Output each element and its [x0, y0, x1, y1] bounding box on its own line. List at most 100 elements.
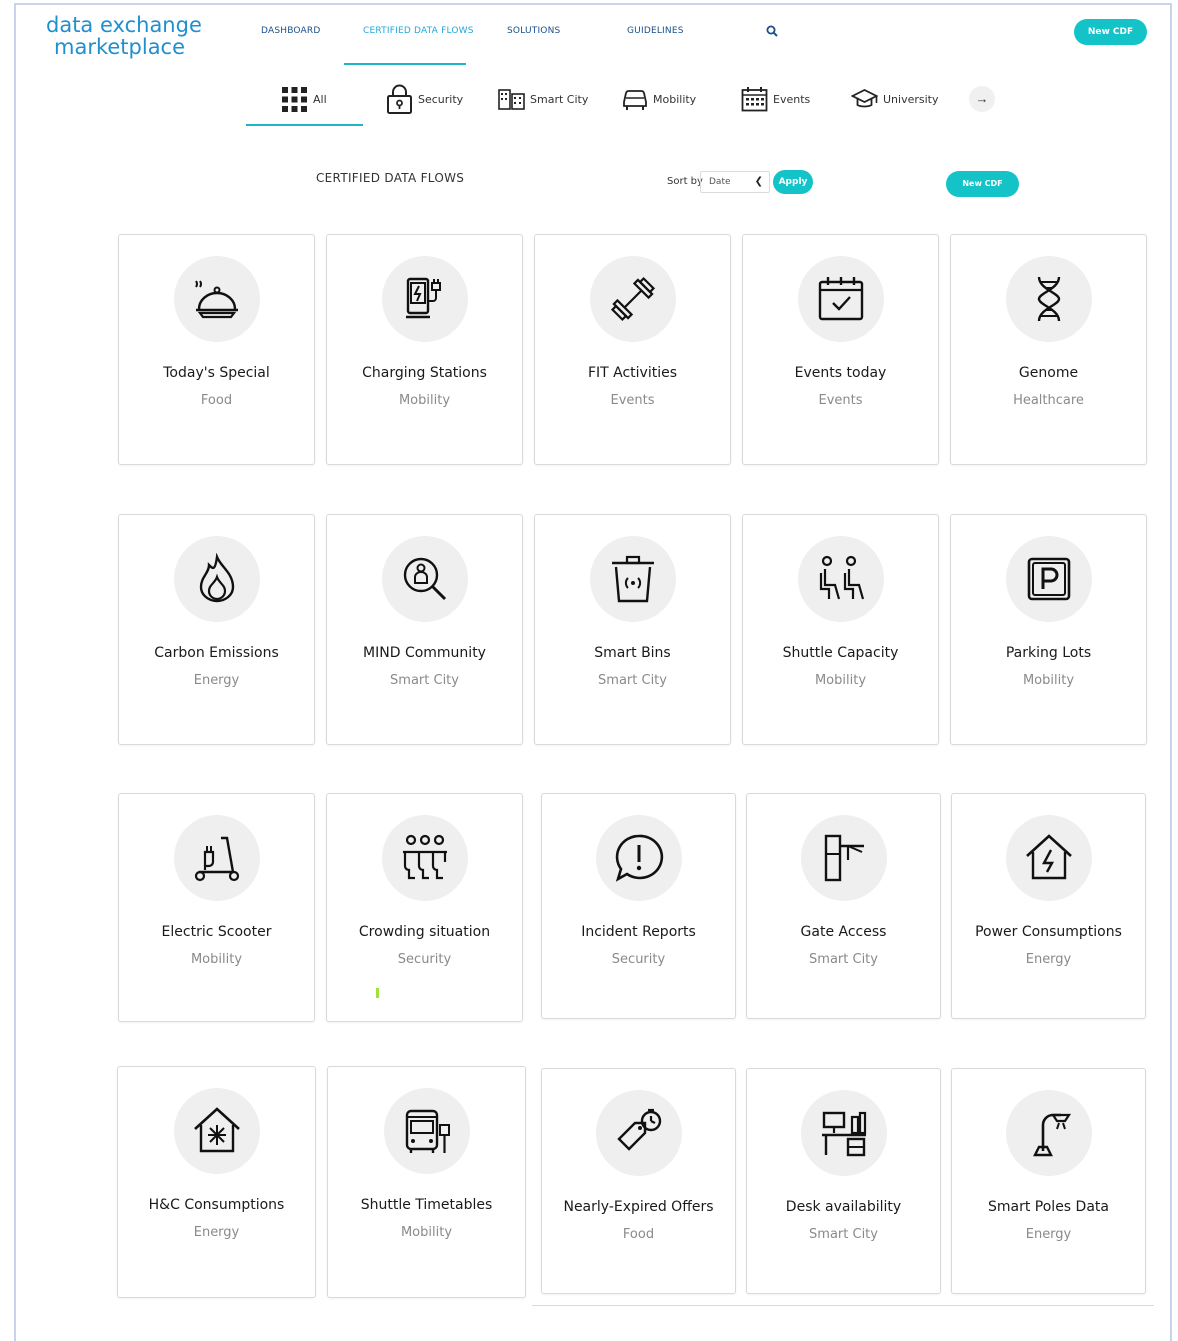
card-icon-circle — [595, 1090, 682, 1176]
gate-barrier-icon — [824, 834, 864, 882]
card-icon-circle — [797, 256, 884, 342]
tab-university-label: University — [883, 92, 939, 106]
food-cloche-icon — [194, 280, 238, 319]
card-icon-circle — [173, 256, 260, 342]
card-title: Shuttle Timetables — [360, 1197, 493, 1213]
card-title: Electric Scooter — [161, 924, 272, 940]
alert-message-icon — [615, 834, 663, 882]
nav-solutions[interactable]: SOLUTIONS — [507, 26, 560, 36]
crowd-icon — [402, 834, 447, 880]
card-title: Desk availability — [785, 1199, 902, 1215]
section-title: CERTIFIED DATA FLOWS — [316, 171, 465, 185]
card-category: Food — [622, 1227, 655, 1242]
card-title: Genome — [1018, 365, 1079, 381]
grid-icon — [282, 86, 307, 112]
home-power-icon — [1025, 834, 1072, 880]
sort-select-value: Date — [709, 177, 731, 187]
calendar-icon — [741, 87, 768, 112]
card-incident-reports[interactable]: Incident Reports Security — [541, 793, 736, 1019]
card-icon-circle — [800, 815, 887, 901]
tab-events-label: Events — [773, 92, 811, 106]
card-icon-circle — [173, 536, 260, 622]
sort-select[interactable]: Date ❮ — [700, 171, 770, 193]
tab-smart-city[interactable]: Smart City — [498, 84, 588, 114]
dna-icon — [1037, 276, 1060, 322]
card-title: Incident Reports — [581, 924, 696, 940]
card-events-today[interactable]: Events today Events — [742, 234, 939, 465]
lock-icon — [387, 84, 412, 114]
flame-icon — [199, 553, 234, 603]
card-title: FIT Activities — [587, 365, 678, 381]
bus-stop-icon — [405, 1109, 450, 1153]
tab-active-indicator — [246, 124, 363, 126]
card-icon-circle — [797, 536, 884, 622]
card-power-consumptions[interactable]: Power Consumptions Energy — [951, 793, 1146, 1019]
tab-university[interactable]: University — [851, 84, 939, 114]
card-shuttle-timetables[interactable]: Shuttle Timetables Mobility — [327, 1066, 526, 1298]
new-cdf-button[interactable]: New CDF — [1074, 19, 1147, 45]
card-icon-circle — [383, 1088, 470, 1174]
card-electric-scooter[interactable]: Electric Scooter Mobility — [118, 793, 315, 1022]
card-charging-stations[interactable]: Charging Stations Mobility — [326, 234, 523, 465]
card-todays-special[interactable]: Today's Special Food — [118, 234, 315, 465]
apply-button[interactable]: Apply — [773, 170, 813, 194]
card-title: Smart Poles Data — [988, 1199, 1109, 1215]
card-category: Events — [818, 393, 863, 408]
buildings-icon — [498, 89, 525, 110]
card-genome[interactable]: Genome Healthcare — [950, 234, 1147, 465]
charging-station-icon — [405, 277, 441, 319]
cursor-marker — [376, 988, 379, 998]
tab-events[interactable]: Events — [741, 84, 810, 114]
card-icon-circle — [589, 536, 676, 622]
card-icon-circle — [381, 815, 468, 901]
card-title: Parking Lots — [1005, 645, 1092, 661]
card-smart-bins[interactable]: Smart Bins Smart City — [534, 514, 731, 745]
nav-dashboard[interactable]: DASHBOARD — [261, 26, 321, 36]
nav-guidelines[interactable]: GUIDELINES — [627, 26, 684, 36]
next-categories-arrow-icon[interactable]: → — [969, 86, 995, 112]
card-category: Energy — [193, 1225, 240, 1240]
card-desk-availability[interactable]: Desk availability Smart City — [746, 1068, 941, 1294]
new-cdf-toolbar-button[interactable]: New CDF — [946, 171, 1019, 197]
card-category: Mobility — [190, 952, 243, 967]
tab-security-label: Security — [418, 92, 464, 106]
card-fit-activities[interactable]: FIT Activities Events — [534, 234, 731, 465]
card-title: Smart Bins — [594, 645, 671, 661]
card-nearly-expired-offers[interactable]: Nearly-Expired Offers Food — [541, 1068, 736, 1294]
card-icon-circle — [173, 1088, 260, 1174]
card-icon-circle — [595, 815, 682, 901]
card-category: Smart City — [390, 673, 459, 688]
logo[interactable]: data exchange marketplace — [46, 14, 216, 58]
person-search-icon — [403, 557, 446, 601]
tab-security[interactable]: Security — [386, 84, 463, 114]
card-hc-consumptions[interactable]: H&C Consumptions Energy — [117, 1066, 316, 1298]
card-icon-circle — [1005, 815, 1092, 901]
calendar-check-icon — [818, 277, 863, 321]
card-mind-community[interactable]: MIND Community Smart City — [326, 514, 523, 745]
street-light-icon — [1032, 1113, 1071, 1157]
tab-all[interactable]: All — [281, 84, 327, 114]
card-category: Mobility — [400, 1225, 453, 1240]
card-shuttle-capacity[interactable]: Shuttle Capacity Mobility — [742, 514, 939, 745]
search-icon[interactable] — [766, 25, 778, 37]
card-title: Crowding situation — [358, 924, 491, 940]
card-icon-circle — [800, 1090, 887, 1176]
card-category: Food — [200, 393, 233, 408]
card-parking-lots[interactable]: Parking Lots Mobility — [950, 514, 1147, 745]
logo-line-1: data exchange — [46, 13, 202, 37]
card-title: Power Consumptions — [975, 924, 1122, 940]
tab-mobility[interactable]: Mobility — [621, 84, 696, 114]
sort-label: Sort by — [667, 176, 703, 187]
card-smart-poles-data[interactable]: Smart Poles Data Energy — [951, 1068, 1146, 1294]
nav-certified-data-flows[interactable]: CERTIFIED DATA FLOWS — [363, 26, 474, 36]
card-category: Smart City — [809, 952, 878, 967]
graduation-cap-icon — [851, 88, 878, 108]
card-carbon-emissions[interactable]: Carbon Emissions Energy — [118, 514, 315, 745]
card-title: Today's Special — [163, 365, 270, 381]
card-category: Events — [610, 393, 655, 408]
card-icon-circle — [1005, 536, 1092, 622]
card-gate-access[interactable]: Gate Access Smart City — [746, 793, 941, 1019]
card-category: Mobility — [814, 673, 867, 688]
card-crowding-situation[interactable]: Crowding situation Security — [326, 793, 523, 1022]
card-category: Healthcare — [1013, 393, 1084, 408]
